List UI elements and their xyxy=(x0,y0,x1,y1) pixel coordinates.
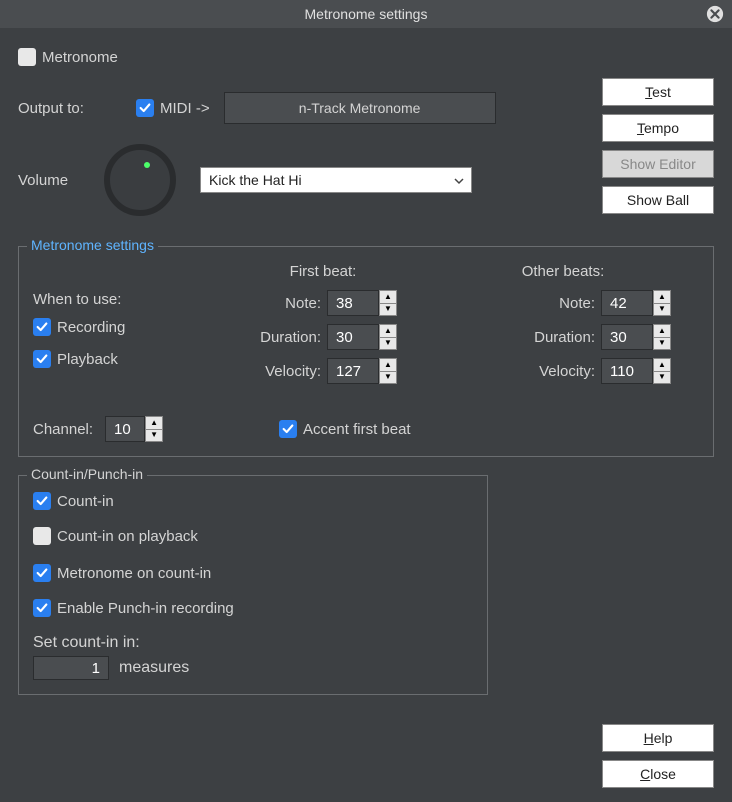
knob-indicator-icon xyxy=(144,162,150,168)
channel-label: Channel: xyxy=(33,421,93,438)
titlebar: Metronome settings xyxy=(0,0,732,28)
output-to-label: Output to: xyxy=(18,100,136,117)
other-note-input[interactable] xyxy=(601,290,653,316)
show-ball-button[interactable]: Show Ball xyxy=(602,186,714,214)
tempo-button[interactable]: Tempo xyxy=(602,114,714,142)
channel-input[interactable] xyxy=(105,416,145,442)
countin-checkbox[interactable]: Count-in xyxy=(33,492,114,510)
note-label: Note: xyxy=(285,295,321,312)
test-button[interactable]: Test xyxy=(602,78,714,106)
velocity-label: Velocity: xyxy=(539,363,595,380)
spinner-down-icon[interactable]: ▼ xyxy=(654,338,670,350)
window-title: Metronome settings xyxy=(305,6,428,22)
spinner-down-icon[interactable]: ▼ xyxy=(380,372,396,384)
when-to-use-label: When to use: xyxy=(33,291,203,308)
preset-select[interactable]: Kick the Hat Hi xyxy=(200,167,472,193)
metronome-device-button[interactable]: n-Track Metronome xyxy=(224,92,496,124)
countin-fieldset: Count-in/Punch-in Count-in Count-in on p… xyxy=(18,475,488,695)
duration-label: Duration: xyxy=(534,329,595,346)
close-button[interactable]: Close xyxy=(602,760,714,788)
chevron-down-icon xyxy=(453,174,465,190)
fieldset-legend: Metronome settings xyxy=(27,237,158,253)
metronome-checkbox-label: Metronome xyxy=(42,49,118,66)
measures-input[interactable] xyxy=(33,656,109,680)
first-duration-input[interactable] xyxy=(327,324,379,350)
help-button[interactable]: Help xyxy=(602,724,714,752)
metronome-settings-fieldset: Metronome settings When to use: Recordin… xyxy=(18,246,714,457)
spinner-up-icon[interactable]: ▲ xyxy=(654,325,670,338)
spinner-up-icon[interactable]: ▲ xyxy=(380,325,396,338)
other-beats-header: Other beats: xyxy=(443,263,683,280)
spinner-down-icon[interactable]: ▼ xyxy=(380,338,396,350)
playback-checkbox[interactable]: Playback xyxy=(33,350,118,368)
set-countin-label: Set count-in in: xyxy=(33,634,473,652)
checkbox-box xyxy=(18,48,36,66)
spinner-up-icon[interactable]: ▲ xyxy=(654,359,670,372)
punchin-checkbox[interactable]: Enable Punch-in recording xyxy=(33,599,234,617)
spinner-down-icon[interactable]: ▼ xyxy=(654,372,670,384)
volume-label: Volume xyxy=(18,172,74,189)
other-duration-input[interactable] xyxy=(601,324,653,350)
spinner-up-icon[interactable]: ▲ xyxy=(654,291,670,304)
first-velocity-input[interactable] xyxy=(327,358,379,384)
volume-knob[interactable] xyxy=(104,144,176,216)
spinner-up-icon[interactable]: ▲ xyxy=(380,291,396,304)
spinner-down-icon[interactable]: ▼ xyxy=(654,304,670,316)
accent-first-beat-checkbox[interactable]: Accent first beat xyxy=(279,420,411,438)
checkbox-box xyxy=(136,99,154,117)
measures-label: measures xyxy=(119,659,189,677)
midi-checkbox-label: MIDI -> xyxy=(160,100,210,117)
metronome-countin-checkbox[interactable]: Metronome on count-in xyxy=(33,564,211,582)
note-label: Note: xyxy=(559,295,595,312)
spinner-up-icon[interactable]: ▲ xyxy=(380,359,396,372)
first-note-input[interactable] xyxy=(327,290,379,316)
other-velocity-input[interactable] xyxy=(601,358,653,384)
spinner-up-icon[interactable]: ▲ xyxy=(146,417,162,430)
velocity-label: Velocity: xyxy=(265,363,321,380)
countin-playback-checkbox[interactable]: Count-in on playback xyxy=(33,527,198,545)
recording-checkbox[interactable]: Recording xyxy=(33,318,125,336)
show-editor-button: Show Editor xyxy=(602,150,714,178)
fieldset-legend: Count-in/Punch-in xyxy=(27,466,147,482)
spinner-down-icon[interactable]: ▼ xyxy=(380,304,396,316)
midi-checkbox[interactable]: MIDI -> xyxy=(136,99,210,117)
close-icon[interactable] xyxy=(706,5,724,23)
metronome-checkbox[interactable]: Metronome xyxy=(18,48,118,66)
first-beat-header: First beat: xyxy=(203,263,443,280)
duration-label: Duration: xyxy=(260,329,321,346)
spinner-down-icon[interactable]: ▼ xyxy=(146,430,162,442)
